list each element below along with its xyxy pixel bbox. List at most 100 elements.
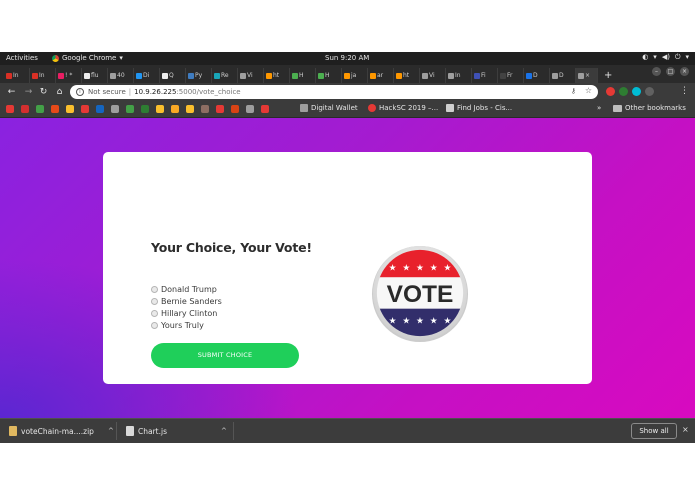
- browser-tab[interactable]: In: [4, 68, 30, 83]
- activities-button[interactable]: Activities: [6, 54, 38, 62]
- tab-favicon-icon: [58, 72, 64, 79]
- bookmark-star-icon[interactable]: ☆: [585, 86, 592, 95]
- clock[interactable]: Sun 9:20 AM: [325, 54, 369, 62]
- browser-tab[interactable]: ×: [576, 68, 598, 83]
- browser-tab[interactable]: In: [446, 68, 472, 83]
- address-bar[interactable]: i Not secure | 10.9.26.225:5000/vote_cho…: [70, 85, 598, 99]
- browser-tab[interactable]: Q: [160, 68, 186, 83]
- browser-tab[interactable]: D: [524, 68, 550, 83]
- extension-icon[interactable]: [632, 87, 641, 96]
- info-icon[interactable]: i: [76, 88, 84, 96]
- chevron-up-icon[interactable]: ^: [108, 427, 114, 435]
- bookmark-favicon-icon[interactable]: [231, 105, 239, 113]
- bookmark-hacksc[interactable]: HackSC 2019 –...: [368, 104, 438, 112]
- browser-tab[interactable]: ht: [264, 68, 290, 83]
- bookmark-favicon-icon[interactable]: [21, 105, 29, 113]
- tab-title: ×: [585, 72, 591, 79]
- bookmark-favicon-icon[interactable]: [186, 105, 194, 113]
- bookmark-favicon-icon[interactable]: [81, 105, 89, 113]
- option-label: Hillary Clinton: [161, 308, 218, 318]
- tab-title: ar: [377, 72, 384, 79]
- browser-tab[interactable]: H: [290, 68, 316, 83]
- bookmark-digital-wallet[interactable]: Digital Wallet: [300, 104, 358, 112]
- browser-tab[interactable]: H: [316, 68, 342, 83]
- bookmark-favicon-icon[interactable]: [246, 105, 254, 113]
- tab-favicon-icon: [500, 72, 506, 79]
- extension-icon[interactable]: [606, 87, 615, 96]
- bookmark-favicon-icon[interactable]: [96, 105, 104, 113]
- browser-tab[interactable]: Vi: [420, 68, 446, 83]
- close-window-icon[interactable]: ×: [680, 67, 689, 76]
- radio-button[interactable]: [151, 322, 158, 330]
- back-arrow-icon[interactable]: ←: [6, 86, 17, 98]
- tab-favicon-icon: [32, 72, 38, 79]
- bookmark-favicon-icon[interactable]: [66, 105, 74, 113]
- bookmark-favicon-icon[interactable]: [111, 105, 119, 113]
- app-menu[interactable]: Google Chrome ▾: [52, 54, 123, 62]
- bookmarks-overflow-chevron[interactable]: »: [597, 104, 601, 112]
- download-item-votechain[interactable]: voteChain-ma....zip ^: [9, 419, 114, 443]
- forward-arrow-icon[interactable]: →: [23, 86, 34, 98]
- bookmark-favicon-icon[interactable]: [126, 105, 134, 113]
- toolbar: ← → ↻ ⌂ i Not secure | 10.9.26.225:5000/…: [0, 83, 695, 101]
- browser-tab[interactable]: Di: [134, 68, 160, 83]
- bookmark-find-jobs[interactable]: Find Jobs - Cis...: [446, 104, 512, 112]
- extension-icon[interactable]: [645, 87, 654, 96]
- bookmark-favicon-icon[interactable]: [51, 105, 59, 113]
- system-tray[interactable]: ◐ ▾ ◀) ⏻ ▾: [642, 53, 689, 62]
- browser-tab[interactable]: Fi: [472, 68, 498, 83]
- tab-title: Re: [221, 72, 229, 79]
- submit-choice-button[interactable]: SUBMIT CHOICE: [151, 343, 299, 368]
- browser-tab[interactable]: flu: [82, 68, 108, 83]
- home-icon[interactable]: ⌂: [54, 86, 65, 98]
- reload-icon[interactable]: ↻: [38, 86, 49, 98]
- download-item-chartjs[interactable]: Chart.js ^: [126, 419, 227, 443]
- browser-tab[interactable]: Re: [212, 68, 238, 83]
- browser-tab[interactable]: Vi: [238, 68, 264, 83]
- bookmark-favicon-icon[interactable]: [171, 105, 179, 113]
- radio-button[interactable]: [151, 285, 158, 293]
- bookmark-favicon-icon[interactable]: [36, 105, 44, 113]
- svg-text:★: ★: [402, 316, 410, 326]
- browser-tab[interactable]: 40: [108, 68, 134, 83]
- tab-title: ht: [403, 72, 410, 79]
- browser-tab[interactable]: ja: [342, 68, 368, 83]
- browser-tab[interactable]: ! *: [56, 68, 82, 83]
- option-yours-truly[interactable]: Yours Truly: [151, 320, 222, 332]
- tab-favicon-icon: [318, 72, 324, 79]
- bookmark-favicon-icon[interactable]: [6, 105, 14, 113]
- chrome-menu-icon[interactable]: ⋮: [680, 86, 689, 96]
- option-hillary-clinton[interactable]: Hillary Clinton: [151, 307, 222, 319]
- browser-tab[interactable]: D: [550, 68, 576, 83]
- vote-card: Your Choice, Your Vote! Donald Trump Ber…: [103, 152, 592, 384]
- bookmark-favicon-icon[interactable]: [201, 105, 209, 113]
- new-tab-button[interactable]: +: [598, 68, 618, 83]
- option-donald-trump[interactable]: Donald Trump: [151, 283, 222, 295]
- option-bernie-sanders[interactable]: Bernie Sanders: [151, 295, 222, 307]
- svg-text:★: ★: [430, 263, 438, 273]
- tab-title: Fi: [481, 72, 486, 79]
- browser-tab[interactable]: ar: [368, 68, 394, 83]
- browser-tab[interactable]: Py: [186, 68, 212, 83]
- tab-title: ht: [273, 72, 280, 79]
- minimize-icon[interactable]: –: [652, 67, 661, 76]
- svg-text:★: ★: [416, 263, 424, 273]
- bookmark-favicon-icon[interactable]: [141, 105, 149, 113]
- maximize-icon[interactable]: □: [666, 67, 675, 76]
- browser-tab[interactable]: In: [30, 68, 56, 83]
- bookmark-favicon-icon[interactable]: [261, 105, 269, 113]
- close-icon[interactable]: ×: [682, 425, 689, 434]
- chevron-up-icon[interactable]: ^: [221, 427, 227, 435]
- bookmark-favicon-icon[interactable]: [156, 105, 164, 113]
- radio-button[interactable]: [151, 297, 158, 305]
- extension-icon[interactable]: [619, 87, 628, 96]
- radio-button[interactable]: [151, 309, 158, 317]
- key-icon[interactable]: ⚷: [571, 87, 576, 95]
- browser-tab[interactable]: ht: [394, 68, 420, 83]
- tab-favicon-icon: [110, 72, 116, 79]
- browser-tab[interactable]: Fr: [498, 68, 524, 83]
- bookmark-favicon-icon[interactable]: [216, 105, 224, 113]
- tab-title: 40: [117, 72, 125, 79]
- show-all-button[interactable]: Show all: [631, 423, 677, 439]
- other-bookmarks[interactable]: Other bookmarks: [613, 104, 686, 112]
